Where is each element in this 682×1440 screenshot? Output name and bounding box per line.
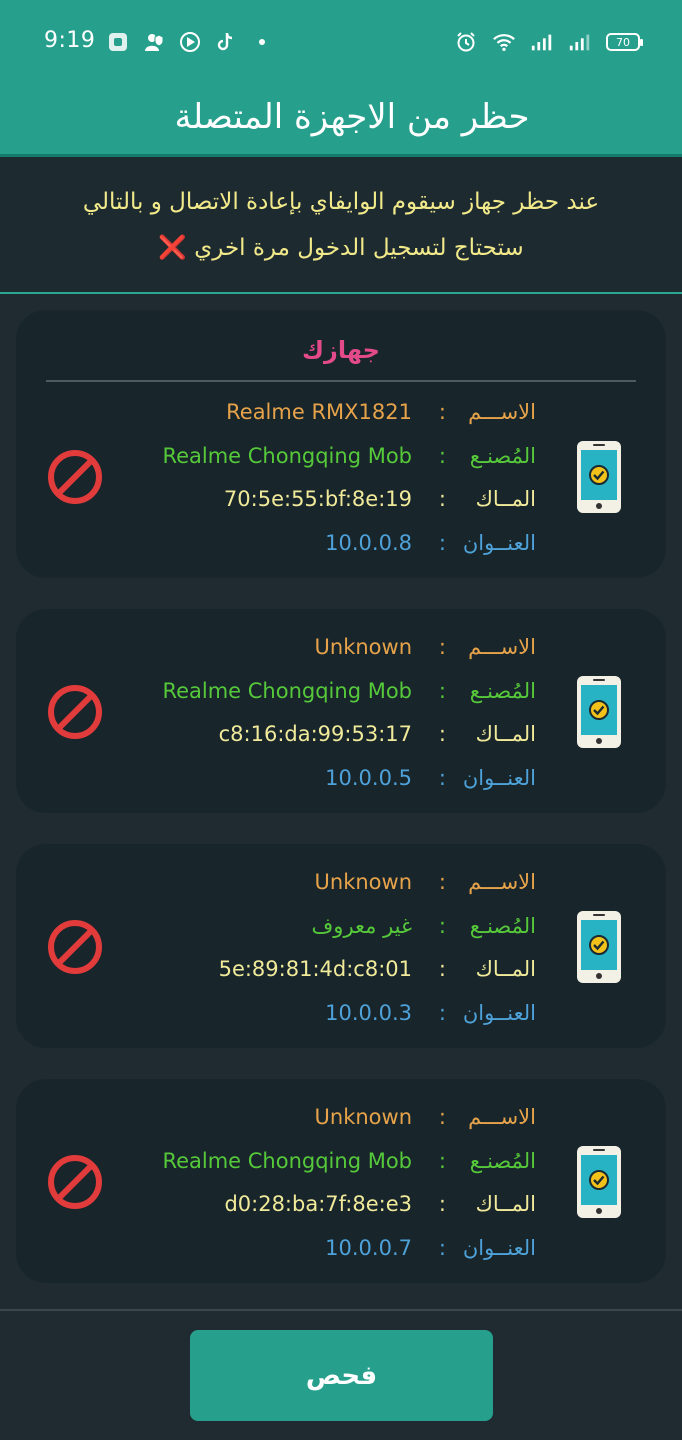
phone-check-icon	[576, 1145, 622, 1223]
device-card: الاســـم : Unknown المُصنـع : غير معروف …	[16, 844, 666, 1048]
mac-label: المــاك	[475, 722, 536, 746]
device-ip: 10.0.0.7	[325, 1236, 412, 1260]
scan-button[interactable]: فحص	[190, 1330, 493, 1421]
device-ip: 10.0.0.5	[325, 766, 412, 790]
name-colon: :	[438, 1105, 446, 1129]
warning-notice: عند حظر جهاز سيقوم الوايفاي بإعادة الاتص…	[0, 157, 682, 292]
device-manufacturer: غير معروف	[311, 914, 412, 938]
device-mac: d0:28:ba:7f:8e:e3	[224, 1192, 412, 1216]
name-label: الاســـم	[468, 1105, 536, 1129]
manufacturer-label: المُصنـع	[469, 914, 536, 938]
device-card: الاســـم : Unknown المُصنـع : Realme Cho…	[16, 609, 666, 813]
mac-colon: :	[438, 722, 446, 746]
device-mac: 5e:89:81:4d:c8:01	[218, 957, 412, 981]
manufacturer-colon: :	[438, 444, 446, 468]
name-label: الاســـم	[468, 635, 536, 659]
device-card-own: جهازك الاســـم : Realme RMX1821 المُصنـع…	[16, 310, 666, 578]
warning-line-2-wrap: ستحتاج لتسجيل الدخول مرة اخري ❌	[0, 225, 682, 271]
ip-colon: :	[438, 766, 446, 790]
notification-icons	[106, 30, 274, 54]
ip-label: العنــوان	[462, 1236, 536, 1260]
ip-label: العنــوان	[462, 531, 536, 555]
more-notifications-icon	[250, 30, 274, 54]
device-mac: c8:16:da:99:53:17	[218, 722, 412, 746]
device-card: الاســـم : Unknown المُصنـع : Realme Cho…	[16, 1079, 666, 1283]
manufacturer-label: المُصنـع	[469, 679, 536, 703]
phone-check-icon	[576, 440, 622, 518]
device-name: Unknown	[314, 635, 412, 659]
warning-line-2: ستحتاج لتسجيل الدخول مرة اخري	[194, 235, 524, 261]
page-title: حظر من الاجهزة المتصلة	[174, 97, 530, 137]
battery-indicator: 70	[606, 33, 643, 51]
mac-colon: :	[438, 1192, 446, 1216]
app-notification-icon	[106, 30, 130, 54]
block-icon[interactable]	[46, 683, 104, 745]
status-bar: 9:19 70	[0, 0, 682, 78]
mac-label: المــاك	[475, 1192, 536, 1216]
name-colon: :	[438, 635, 446, 659]
manufacturer-colon: :	[438, 914, 446, 938]
own-device-title: جهازك	[302, 336, 380, 364]
manufacturer-colon: :	[438, 1149, 446, 1173]
tiktok-icon	[214, 30, 238, 54]
mac-label: المــاك	[475, 487, 536, 511]
ip-colon: :	[438, 1236, 446, 1260]
cross-mark-icon: ❌	[158, 235, 187, 261]
block-icon[interactable]	[46, 1153, 104, 1215]
phone-check-icon	[576, 910, 622, 988]
mac-label: المــاك	[475, 957, 536, 981]
system-icons: 70	[454, 30, 643, 54]
mac-colon: :	[438, 957, 446, 981]
name-colon: :	[438, 870, 446, 894]
card-divider	[46, 380, 636, 382]
device-name: Realme RMX1821	[226, 400, 412, 424]
signal-icon-2	[568, 30, 592, 54]
ip-colon: :	[438, 531, 446, 555]
ip-label: العنــوان	[462, 766, 536, 790]
mac-colon: :	[438, 487, 446, 511]
name-label: الاســـم	[468, 400, 536, 424]
ip-colon: :	[438, 1001, 446, 1025]
user-shield-icon	[142, 30, 166, 54]
device-ip: 10.0.0.8	[325, 531, 412, 555]
signal-icon-1	[530, 30, 554, 54]
warning-divider	[0, 292, 682, 294]
manufacturer-label: المُصنـع	[469, 444, 536, 468]
block-icon[interactable]	[46, 918, 104, 980]
device-manufacturer: Realme Chongqing Mob	[162, 1149, 412, 1173]
app-bar: حظر من الاجهزة المتصلة	[0, 78, 682, 156]
device-ip: 10.0.0.3	[325, 1001, 412, 1025]
wifi-icon	[492, 30, 516, 54]
manufacturer-colon: :	[438, 679, 446, 703]
name-label: الاســـم	[468, 870, 536, 894]
warning-line-1: عند حظر جهاز سيقوم الوايفاي بإعادة الاتص…	[82, 189, 600, 215]
bottom-divider	[0, 1309, 682, 1311]
status-time: 9:19	[44, 28, 96, 53]
block-icon[interactable]	[46, 448, 104, 510]
device-manufacturer: Realme Chongqing Mob	[162, 679, 412, 703]
phone-check-icon	[576, 675, 622, 753]
device-name: Unknown	[314, 870, 412, 894]
alarm-icon	[454, 30, 478, 54]
device-manufacturer: Realme Chongqing Mob	[162, 444, 412, 468]
play-circle-icon	[178, 30, 202, 54]
name-colon: :	[438, 400, 446, 424]
manufacturer-label: المُصنـع	[469, 1149, 536, 1173]
device-mac: 70:5e:55:bf:8e:19	[223, 487, 412, 511]
device-name: Unknown	[314, 1105, 412, 1129]
ip-label: العنــوان	[462, 1001, 536, 1025]
